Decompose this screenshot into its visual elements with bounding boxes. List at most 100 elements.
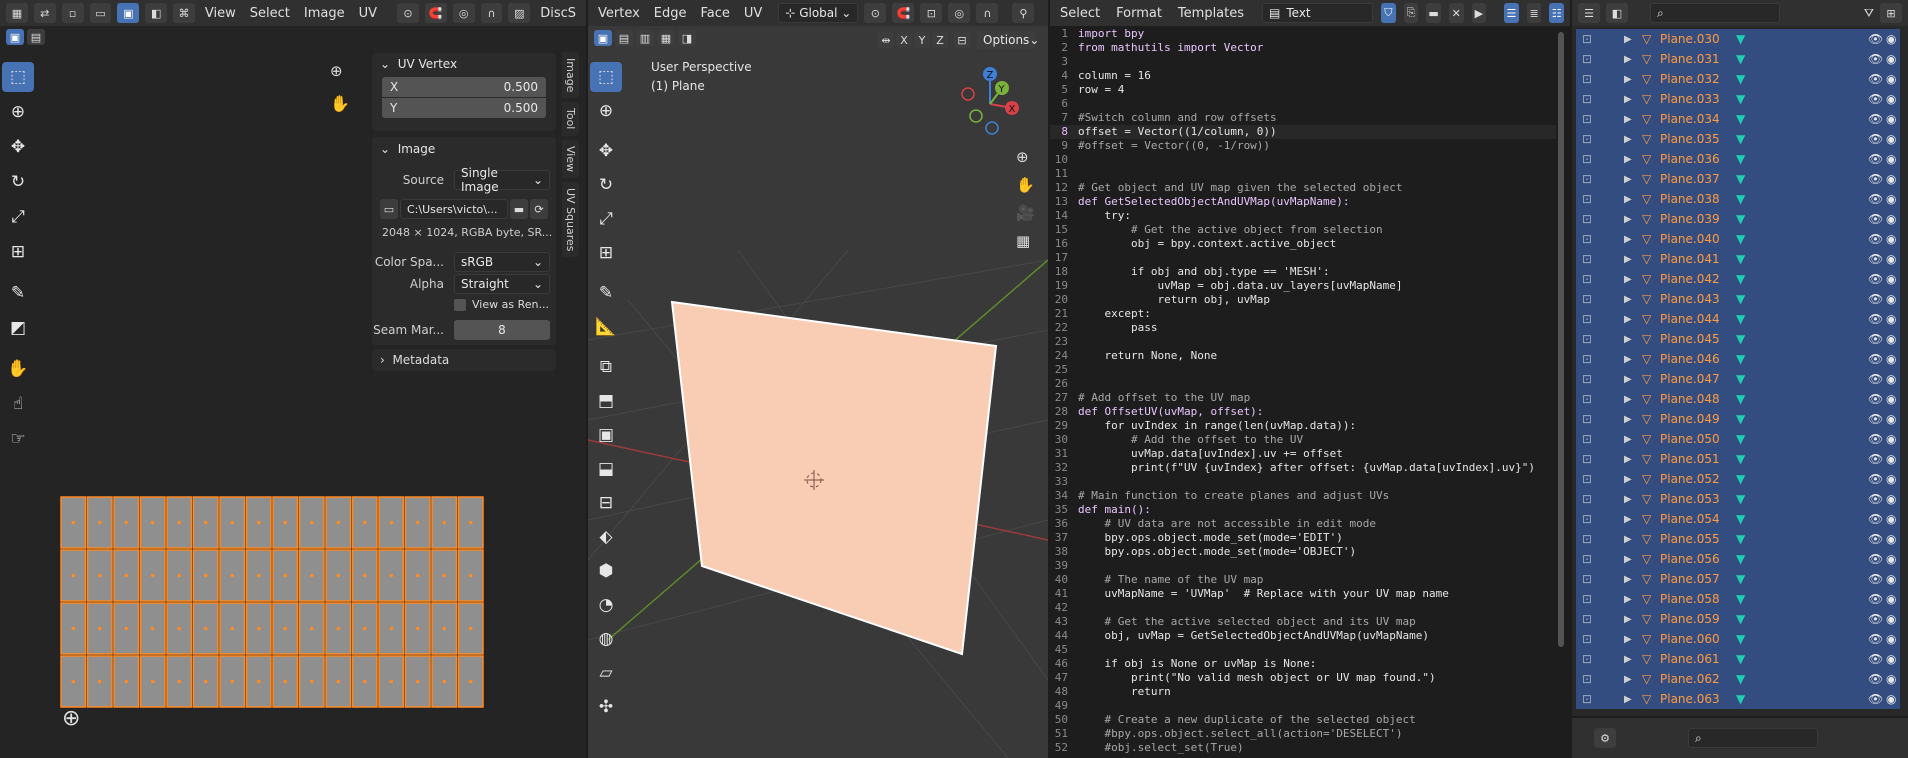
vertex-select-icon[interactable]: ▫ — [61, 3, 84, 23]
eye-icon[interactable]: 👁 — [1868, 132, 1883, 146]
expand-arrow-icon[interactable]: ▶ — [1624, 54, 1632, 65]
outliner-item[interactable]: ⊡ ▶ ▽ Plane.042 ▼ 👁 ◉ — [1576, 269, 1900, 289]
camera-render-icon[interactable]: ◉ — [1886, 672, 1896, 686]
mesh-data-icon[interactable]: ▼ — [1736, 192, 1745, 206]
mesh-data-icon[interactable]: ▼ — [1736, 572, 1745, 586]
mesh-data-icon[interactable]: ▼ — [1736, 632, 1745, 646]
open-folder-icon[interactable]: ▬ — [1426, 3, 1441, 23]
annotate-icon[interactable]: ✎ — [590, 278, 622, 308]
word-wrap-icon[interactable]: ≣ — [1526, 3, 1542, 23]
eye-icon[interactable]: 👁 — [1868, 332, 1883, 346]
zoom-icon[interactable]: ⊕ — [1016, 148, 1035, 166]
new-collection-icon[interactable]: ⊞ — [1880, 3, 1902, 23]
menu-select[interactable]: Select — [246, 6, 294, 21]
outliner-item[interactable]: ⊡ ▶ ▽ Plane.059 ▼ 👁 ◉ — [1576, 609, 1900, 629]
camera-render-icon[interactable]: ◉ — [1886, 72, 1896, 86]
outliner-item[interactable]: ⊡ ▶ ▽ Plane.046 ▼ 👁 ◉ — [1576, 349, 1900, 369]
lock-z[interactable]: Z — [932, 32, 948, 48]
expand-arrow-icon[interactable]: ▶ — [1624, 274, 1632, 285]
mesh-data-icon[interactable]: ▼ — [1736, 372, 1745, 386]
proportional-icon[interactable]: ◎ — [948, 3, 971, 23]
uv-cursor-icon[interactable]: ⊕ — [62, 708, 80, 730]
expand-arrow-icon[interactable]: ▶ — [1624, 394, 1632, 405]
eye-icon[interactable]: 👁 — [1868, 212, 1883, 226]
eye-icon[interactable]: 👁 — [1868, 152, 1883, 166]
code-scrollbar[interactable] — [1558, 32, 1564, 647]
expand-arrow-icon[interactable]: ▶ — [1624, 634, 1632, 645]
eye-icon[interactable]: 👁 — [1868, 232, 1883, 246]
mesh-data-icon[interactable]: ▼ — [1736, 212, 1745, 226]
smooth-icon[interactable]: ◍ — [590, 624, 622, 654]
outliner-item[interactable]: ⊡ ▶ ▽ Plane.040 ▼ 👁 ◉ — [1576, 229, 1900, 249]
colorspace-dropdown[interactable]: sRGB ⌄ — [454, 252, 550, 272]
loop-cut-icon[interactable]: ⊟ — [590, 488, 622, 518]
grab-icon[interactable]: ✋ — [2, 354, 34, 384]
menu-view[interactable]: View — [201, 6, 240, 21]
eye-icon[interactable]: 👁 — [1868, 612, 1883, 626]
tab-image[interactable]: Image — [562, 52, 579, 99]
mesh-data-icon[interactable]: ▼ — [1736, 332, 1745, 346]
eye-icon[interactable]: 👁 — [1868, 492, 1883, 506]
outliner-item[interactable]: ⊡ ▶ ▽ Plane.030 ▼ 👁 ◉ — [1576, 29, 1900, 49]
mesh-data-icon[interactable]: ▼ — [1736, 352, 1745, 366]
mesh-data-icon[interactable]: ▼ — [1736, 592, 1745, 606]
camera-render-icon[interactable]: ◉ — [1886, 192, 1896, 206]
mesh-data-icon[interactable]: ▼ — [1736, 32, 1745, 46]
eye-icon[interactable]: 👁 — [1868, 292, 1883, 306]
outliner-item[interactable]: ⊡ ▶ ▽ Plane.043 ▼ 👁 ◉ — [1576, 289, 1900, 309]
orientation-dropdown[interactable]: ⊹ Global ⌄ — [778, 3, 859, 23]
mesh-data-icon[interactable]: ▼ — [1736, 312, 1745, 326]
outliner-item[interactable]: ⊡ ▶ ▽ Plane.047 ▼ 👁 ◉ — [1576, 369, 1900, 389]
expand-arrow-icon[interactable]: ▶ — [1624, 94, 1632, 105]
expand-arrow-icon[interactable]: ▶ — [1624, 194, 1632, 205]
expand-arrow-icon[interactable]: ▶ — [1624, 434, 1632, 445]
bevel-icon[interactable]: ⬓ — [590, 454, 622, 484]
edge-select-icon[interactable]: ▭ — [89, 3, 112, 23]
move-icon[interactable]: ✥ — [590, 136, 622, 166]
eye-icon[interactable]: 👁 — [1868, 572, 1883, 586]
sync-selection-icon[interactable]: ⇄ — [33, 3, 56, 23]
view-as-render-checkbox[interactable]: View as Ren... — [454, 298, 549, 311]
transform-icon[interactable]: ⊞ — [2, 237, 34, 267]
measure-icon[interactable]: 📐 — [590, 312, 622, 342]
mesh-data-icon[interactable]: ▼ — [1736, 432, 1745, 446]
outliner-item[interactable]: ⊡ ▶ ▽ Plane.048 ▼ 👁 ◉ — [1576, 389, 1900, 409]
camera-render-icon[interactable]: ◉ — [1886, 532, 1896, 546]
filter-icon[interactable]: ⛛ — [1864, 6, 1874, 21]
grid-icon[interactable]: ▦ — [1016, 232, 1035, 250]
x-field[interactable]: X 0.500 — [382, 77, 546, 97]
camera-render-icon[interactable]: ◉ — [1886, 452, 1896, 466]
outliner-item[interactable]: ⊡ ▶ ▽ Plane.056 ▼ 👁 ◉ — [1576, 549, 1900, 569]
expand-arrow-icon[interactable]: ▶ — [1624, 414, 1632, 425]
menu-select[interactable]: Select — [1056, 6, 1104, 21]
camera-render-icon[interactable]: ◉ — [1886, 612, 1896, 626]
mesh-data-icon[interactable]: ▼ — [1736, 132, 1745, 146]
eye-icon[interactable]: 👁 — [1868, 472, 1883, 486]
unlink-icon[interactable]: ✕ — [1448, 3, 1464, 23]
expand-arrow-icon[interactable]: ▶ — [1624, 294, 1632, 305]
select-box-icon[interactable]: ⬚ — [590, 62, 622, 92]
shear-icon[interactable]: ▱ — [590, 658, 622, 688]
mesh-data-icon[interactable]: ▼ — [1736, 292, 1745, 306]
expand-arrow-icon[interactable]: ▶ — [1624, 174, 1632, 185]
spin-icon[interactable]: ◔ — [590, 590, 622, 620]
menu-uv[interactable]: UV — [355, 6, 381, 21]
outliner-item[interactable]: ⊡ ▶ ▽ Plane.036 ▼ 👁 ◉ — [1576, 149, 1900, 169]
camera-render-icon[interactable]: ◉ — [1886, 332, 1896, 346]
expand-arrow-icon[interactable]: ▶ — [1624, 514, 1632, 525]
mesh-data-icon[interactable]: ▼ — [1736, 692, 1745, 706]
expand-arrow-icon[interactable]: ▶ — [1624, 354, 1632, 365]
eye-icon[interactable]: 👁 — [1868, 172, 1883, 186]
eye-icon[interactable]: 👁 — [1868, 652, 1883, 666]
metadata-panel[interactable]: › Metadata — [372, 349, 556, 371]
select-new-icon[interactable]: ▣ — [594, 30, 612, 46]
annotate-icon[interactable]: ✎ — [2, 278, 34, 308]
camera-render-icon[interactable]: ◉ — [1886, 172, 1896, 186]
camera-render-icon[interactable]: ◉ — [1886, 152, 1896, 166]
camera-render-icon[interactable]: ◉ — [1886, 412, 1896, 426]
select-new-icon[interactable]: ▣ — [6, 29, 24, 45]
move-icon[interactable]: ✥ — [2, 132, 34, 162]
face-select-icon[interactable]: ▣ — [117, 3, 140, 23]
menu-edge[interactable]: Edge — [650, 6, 691, 21]
expand-arrow-icon[interactable]: ▶ — [1624, 454, 1632, 465]
